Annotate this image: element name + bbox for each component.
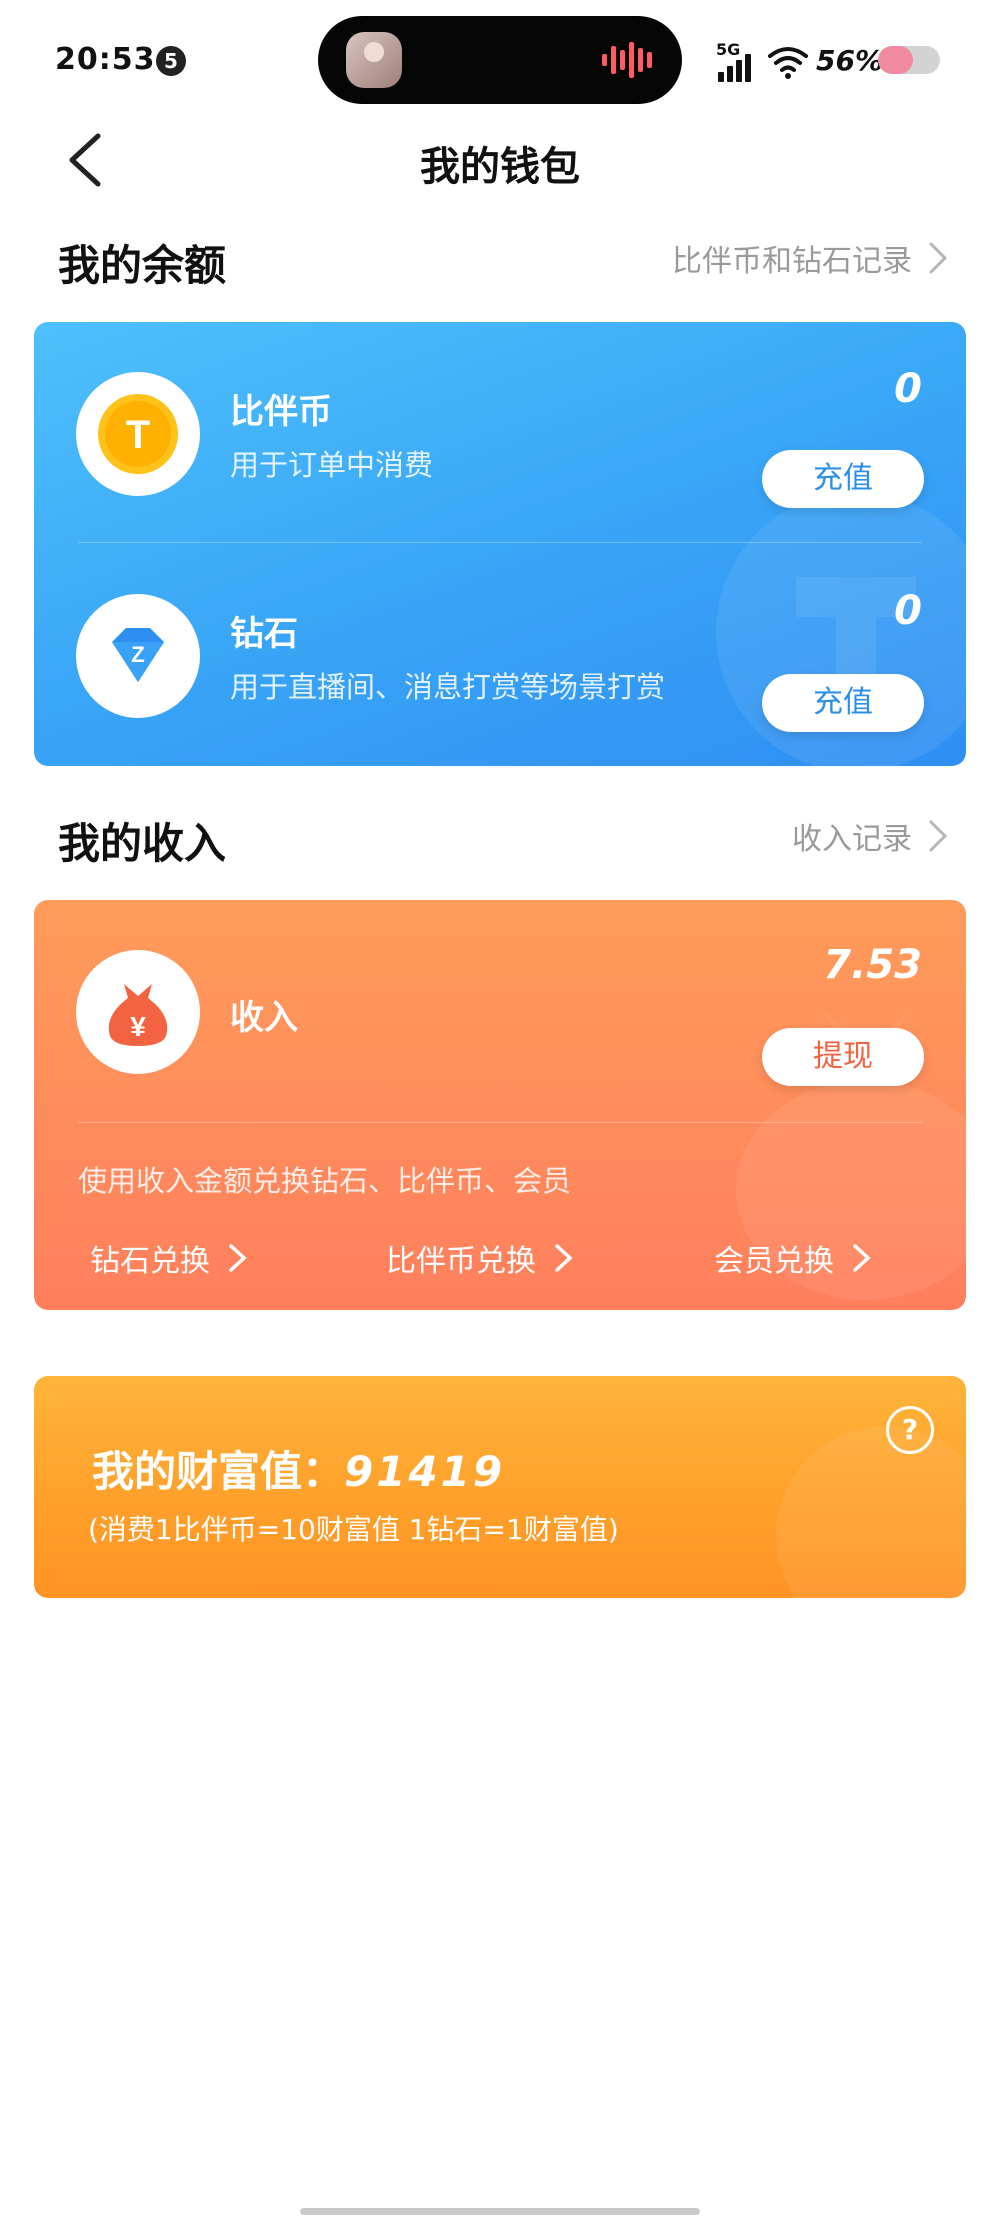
status-time: 20:53 xyxy=(55,42,156,77)
coin-diamond-record-link[interactable]: 比伴币和钻石记录 xyxy=(672,236,948,280)
income-section-title: 我的收入 xyxy=(58,819,227,868)
balance-card: T 比伴币 用于订单中消费 0 充值 Z 钻石 用于直播间、消息打赏等场景打赏 … xyxy=(34,322,966,766)
diamond-letter: Z xyxy=(131,642,144,667)
wifi-icon xyxy=(768,47,808,79)
wealth-line: 我的财富值：91419 xyxy=(92,1438,505,1499)
chevron-right-icon xyxy=(229,1244,247,1272)
diamond-title: 钻石 xyxy=(230,614,298,654)
media-thumbnail xyxy=(346,32,402,88)
record-link-label: 比伴币和钻石记录 xyxy=(672,244,912,279)
dynamic-island[interactable] xyxy=(318,16,682,104)
coin-balance: 0 xyxy=(894,366,922,412)
wealth-card: 我的财富值：91419 (消费1比伴币=10财富值 1钻石=1财富值) ? xyxy=(34,1376,966,1598)
diamond-recharge-button[interactable]: 充值 xyxy=(762,674,924,732)
audio-wave-icon xyxy=(602,42,652,78)
chevron-right-icon xyxy=(929,820,948,852)
cellular-signal-icon xyxy=(718,54,751,82)
diamond-subtitle: 用于直播间、消息打赏等场景打赏 xyxy=(230,670,666,704)
withdraw-button[interactable]: 提现 xyxy=(762,1028,924,1086)
exchange-hint: 使用收入金额兑换钻石、比伴币、会员 xyxy=(78,1164,572,1198)
wealth-label: 我的财富值： xyxy=(92,1447,345,1496)
balance-section-title: 我的余额 xyxy=(58,241,227,290)
coin-exchange-link[interactable]: 比伴币兑换 xyxy=(386,1236,574,1280)
diamond-icon: Z xyxy=(76,594,200,718)
battery-percentage: 56% xyxy=(816,44,884,77)
diamond-exchange-label: 钻石兑换 xyxy=(90,1244,210,1279)
coin-recharge-button[interactable]: 充值 xyxy=(762,450,924,508)
coin-letter: T xyxy=(126,413,150,457)
yuan-symbol: ¥ xyxy=(130,1011,146,1042)
vip-exchange-link[interactable]: 会员兑换 xyxy=(714,1236,872,1280)
wealth-value: 91419 xyxy=(344,1447,506,1496)
income-record-link[interactable]: 收入记录 xyxy=(792,814,948,858)
diamond-exchange-link[interactable]: 钻石兑换 xyxy=(90,1236,248,1280)
income-record-label: 收入记录 xyxy=(792,822,912,857)
income-title: 收入 xyxy=(230,998,298,1038)
diamond-balance: 0 xyxy=(894,588,922,634)
income-amount: 7.53 xyxy=(823,942,922,988)
coin-icon: T xyxy=(76,372,200,496)
chevron-right-icon xyxy=(853,1244,871,1272)
battery-icon xyxy=(878,46,940,74)
coin-subtitle: 用于订单中消费 xyxy=(230,448,434,482)
wealth-note: (消费1比伴币=10财富值 1钻石=1财富值) xyxy=(88,1513,619,1546)
chevron-right-icon xyxy=(929,242,948,274)
money-bag-icon: ¥ xyxy=(76,950,200,1074)
vip-exchange-label: 会员兑换 xyxy=(714,1244,834,1279)
income-divider xyxy=(78,1122,922,1123)
home-indicator[interactable] xyxy=(300,2208,700,2215)
balance-divider xyxy=(78,542,922,543)
income-card: ¥ 收入 7.53 提现 使用收入金额兑换钻石、比伴币、会员 钻石兑换 比伴币兑… xyxy=(34,900,966,1310)
notification-badge: 5 xyxy=(156,46,186,76)
coin-title: 比伴币 xyxy=(230,392,332,432)
coin-exchange-label: 比伴币兑换 xyxy=(386,1244,536,1279)
page-title: 我的钱包 xyxy=(420,144,580,190)
chevron-right-icon xyxy=(555,1244,573,1272)
help-icon[interactable]: ? xyxy=(886,1406,934,1454)
